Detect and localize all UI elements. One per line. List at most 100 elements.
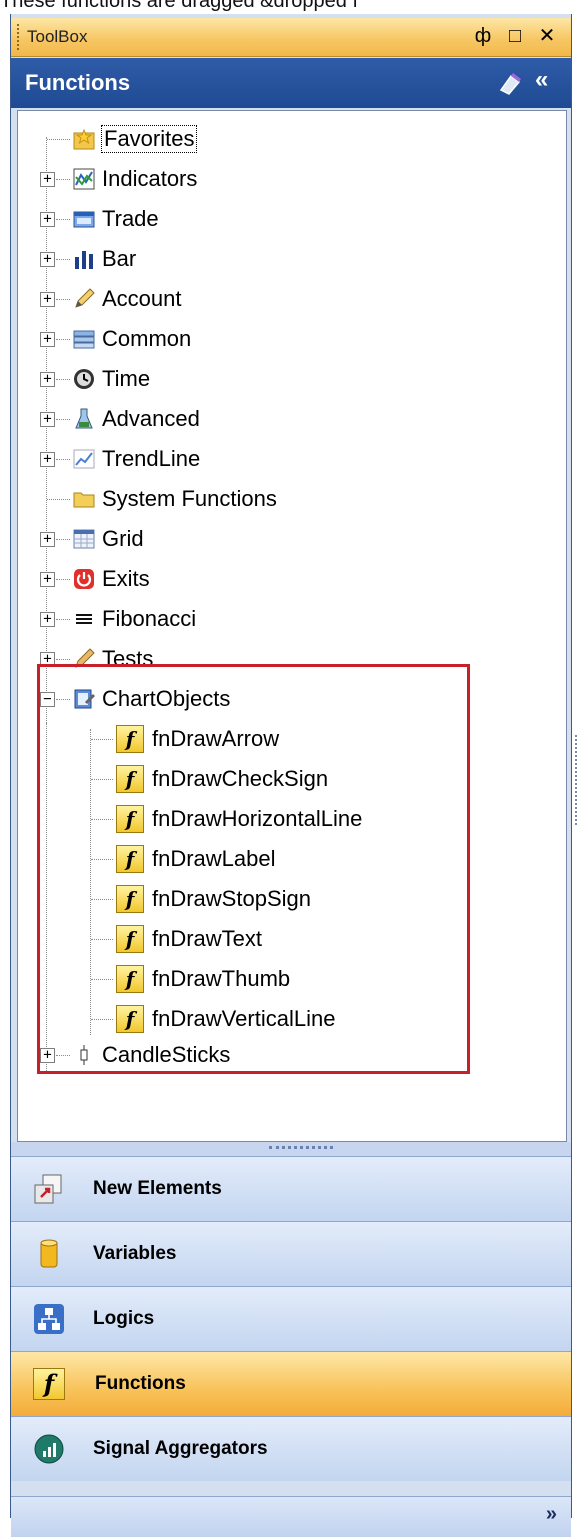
- exits-power-icon: [72, 567, 96, 591]
- tree-node-indicators[interactable]: Indicators: [72, 161, 197, 197]
- tree-node-label: Grid: [102, 526, 144, 551]
- tree-node-common[interactable]: Common: [72, 321, 191, 357]
- tree-node-label: Advanced: [102, 406, 200, 431]
- expand-toggle-icon[interactable]: +: [40, 212, 55, 227]
- maximize-icon[interactable]: □: [503, 23, 527, 49]
- function-item-fndrawhorizontalline[interactable]: f fnDrawHorizontalLine: [116, 801, 362, 837]
- resize-grip[interactable]: [575, 735, 579, 825]
- tree-node-label: Favorites: [100, 125, 198, 153]
- tree-node-advanced[interactable]: Advanced: [72, 401, 200, 437]
- nav-label: Signal Aggregators: [93, 1438, 268, 1459]
- signal-aggregators-icon: [34, 1434, 64, 1464]
- tree-node-system-functions[interactable]: System Functions: [72, 481, 277, 517]
- tree-node-account[interactable]: Account: [72, 281, 182, 317]
- advanced-flask-icon: [72, 407, 96, 431]
- expand-toggle-icon[interactable]: −: [40, 692, 55, 707]
- tree-node-label: ChartObjects: [102, 686, 231, 711]
- nav-logics-button[interactable]: Logics: [11, 1286, 571, 1351]
- tree-node-favorites[interactable]: Favorites: [72, 121, 198, 157]
- function-item-fndrawthumb[interactable]: f fnDrawThumb: [116, 961, 290, 997]
- function-icon: f: [116, 885, 144, 913]
- chartobjects-icon: [72, 687, 96, 711]
- tree-node-fibonacci[interactable]: Fibonacci: [72, 601, 196, 637]
- eraser-icon[interactable]: [497, 70, 523, 96]
- expand-toggle-icon[interactable]: +: [40, 452, 55, 467]
- favorites-star-folder-icon: [72, 127, 96, 151]
- tree-node-trade[interactable]: Trade: [72, 201, 159, 237]
- tree-node-label: Common: [102, 326, 192, 351]
- more-buttons-icon[interactable]: »: [546, 1503, 557, 1526]
- tree-node-label: System Functions: [102, 486, 277, 511]
- expand-toggle-icon[interactable]: +: [40, 612, 55, 627]
- functions-title: Functions: [25, 70, 131, 95]
- nav-overflow-bar: »: [11, 1496, 571, 1537]
- expand-toggle-icon[interactable]: +: [40, 572, 55, 587]
- function-item-fndrawstopsign[interactable]: f fnDrawStopSign: [116, 881, 311, 917]
- expand-toggle-icon[interactable]: +: [40, 252, 55, 267]
- function-label: fnDrawText: [152, 926, 263, 951]
- function-icon: f: [116, 765, 144, 793]
- function-label: fnDrawThumb: [152, 966, 291, 991]
- account-pencil-icon: [72, 287, 96, 311]
- function-icon: f: [116, 725, 144, 753]
- indicators-chart-icon: [72, 167, 96, 191]
- tree-node-bar[interactable]: Bar: [72, 241, 136, 277]
- function-label: fnDrawLabel: [152, 846, 276, 871]
- function-item-fndrawarrow[interactable]: f fnDrawArrow: [116, 721, 279, 757]
- expand-toggle-icon[interactable]: +: [40, 332, 55, 347]
- expand-toggle-icon[interactable]: +: [40, 532, 55, 547]
- function-label: fnDrawVerticalLine: [152, 1006, 336, 1031]
- expand-toggle-icon[interactable]: +: [40, 292, 55, 307]
- tree-node-label: Fibonacci: [102, 606, 197, 631]
- function-item-fndrawlabel[interactable]: f fnDrawLabel: [116, 841, 276, 877]
- tree-node-chartobjects[interactable]: ChartObjects: [72, 681, 230, 717]
- tree-node-tests[interactable]: Tests: [72, 641, 153, 677]
- toolbox-title: ToolBox: [27, 27, 88, 46]
- nav-variables-button[interactable]: Variables: [11, 1221, 571, 1286]
- tree-node-candlesticks[interactable]: CandleSticks: [72, 1037, 230, 1073]
- close-icon[interactable]: ✕: [535, 23, 559, 49]
- toolbox-panel: ToolBox ф □ ✕ Functions « Favorites + Indi…: [10, 14, 572, 1537]
- nav-signal-aggregators-button[interactable]: Signal Aggregators: [11, 1416, 571, 1481]
- function-item-fndrawtext[interactable]: f fnDrawText: [116, 921, 262, 957]
- expand-toggle-icon[interactable]: +: [40, 652, 55, 667]
- tree-node-exits[interactable]: Exits: [72, 561, 150, 597]
- function-label: fnDrawCheckSign: [152, 766, 329, 791]
- logics-hierarchy-icon: [34, 1304, 64, 1334]
- collapse-icon[interactable]: «: [535, 66, 548, 94]
- tests-pencil-icon: [72, 647, 96, 671]
- common-stack-icon: [72, 327, 96, 351]
- tree-node-time[interactable]: Time: [72, 361, 150, 397]
- nav-functions-button[interactable]: f Functions: [11, 1351, 571, 1416]
- function-icon: f: [116, 845, 144, 873]
- expand-toggle-icon[interactable]: +: [40, 1048, 55, 1063]
- trendline-icon: [72, 447, 96, 471]
- nav-new-elements-button[interactable]: New Elements: [11, 1156, 571, 1221]
- drag-grip-icon[interactable]: [17, 24, 22, 50]
- expand-toggle-icon[interactable]: +: [40, 412, 55, 427]
- nav-label: Functions: [95, 1373, 186, 1394]
- tree-node-label: Bar: [102, 246, 137, 271]
- functions-header: Functions «: [11, 58, 571, 108]
- tree-node-label: Time: [102, 366, 151, 391]
- tree-node-label: TrendLine: [102, 446, 201, 471]
- tree-node-trendline[interactable]: TrendLine: [72, 441, 200, 477]
- function-icon: f: [116, 925, 144, 953]
- function-item-fndrawverticalline[interactable]: f fnDrawVerticalLine: [116, 1001, 335, 1037]
- function-item-fndrawchecksign[interactable]: f fnDrawCheckSign: [116, 761, 328, 797]
- caption-text: These functions are dragged &dropped f: [0, 0, 359, 12]
- functions-tree: Favorites + Indicators + Trade + Bar + Account + C…: [17, 110, 567, 1142]
- function-icon: f: [116, 1005, 144, 1033]
- tree-node-label: Exits: [102, 566, 150, 591]
- splitter-handle[interactable]: [11, 1142, 571, 1156]
- toolbox-titlebar[interactable]: ToolBox ф □ ✕: [11, 18, 571, 57]
- time-clock-icon: [72, 367, 96, 391]
- tree-node-grid[interactable]: Grid: [72, 521, 144, 557]
- expand-toggle-icon[interactable]: +: [40, 172, 55, 187]
- pin-icon[interactable]: ф: [471, 23, 495, 49]
- functions-icon: f: [33, 1368, 65, 1400]
- nav-label: Logics: [93, 1308, 155, 1329]
- expand-toggle-icon[interactable]: +: [40, 372, 55, 387]
- bar-chart-icon: [72, 247, 96, 271]
- tree-node-label: CandleSticks: [102, 1042, 231, 1067]
